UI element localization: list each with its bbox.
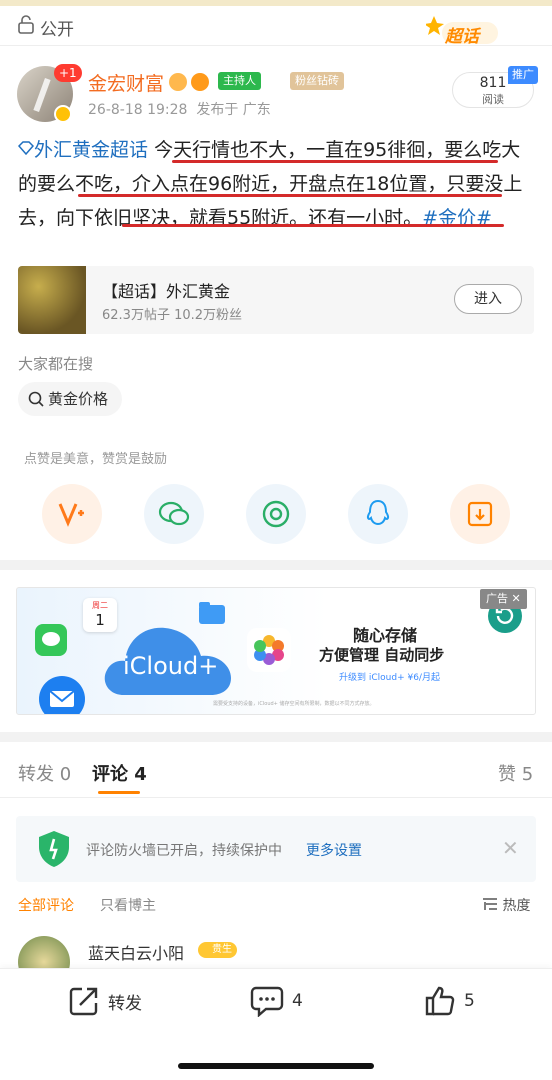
comment-icon — [250, 986, 284, 1017]
supertopic-stats: 62.3万帖子 10.2万粉丝 — [102, 308, 243, 323]
supertopic-title: 【超话】外汇黄金 — [102, 282, 231, 301]
diamond-icon — [17, 141, 35, 156]
repost-button[interactable]: 转发 — [68, 985, 142, 1017]
promo-tag: 推广 — [508, 66, 538, 84]
annotation-underline-1 — [172, 160, 498, 163]
firewall-text: 评论防火墙已开启，持续保护中 — [86, 843, 282, 859]
tab-likes[interactable]: 赞 5 — [498, 760, 533, 786]
wechat-icon — [158, 501, 190, 526]
share-qq-button[interactable] — [348, 484, 408, 544]
like-button[interactable]: 5 — [424, 985, 475, 1017]
section-divider — [0, 560, 552, 570]
post-timestamp: 26-8-18 19:28 — [88, 102, 188, 118]
section-divider — [0, 732, 552, 742]
home-indicator — [178, 1063, 374, 1069]
share-moments-button[interactable] — [246, 484, 306, 544]
host-badge[interactable]: 主持人 — [218, 72, 261, 90]
search-icon — [28, 391, 44, 407]
comment-tabs: 转发 0 评论 4 赞 5 — [0, 748, 552, 798]
enter-button[interactable]: 进入 — [454, 284, 522, 314]
lock-open-icon — [18, 15, 34, 34]
save-image-button[interactable] — [450, 484, 510, 544]
tab-comments[interactable]: 评论 4 — [92, 760, 147, 786]
reward-hint: 点赞是美意，赞赏是鼓励 — [24, 452, 168, 467]
comment-button[interactable]: 4 — [250, 985, 303, 1017]
ad-headline-2: 方便管理 自动同步 — [319, 646, 445, 664]
share-wechat-button[interactable] — [144, 484, 204, 544]
ad-fineprint: 需要受支持的设备，iCloud+ 储存空间有所限制，数据以不同方式存放。 — [213, 701, 375, 707]
moments-icon — [262, 500, 290, 528]
sort-button[interactable]: 热度 — [482, 895, 530, 915]
post-location: 发布于 广东 — [196, 102, 271, 118]
repost-icon — [69, 987, 98, 1016]
share-weibo-button[interactable] — [42, 484, 102, 544]
firewall-settings-link[interactable]: 更多设置 — [306, 840, 362, 860]
filter-owner-only[interactable]: 只看博主 — [100, 895, 156, 915]
active-tab-indicator — [98, 791, 140, 794]
tab-repost[interactable]: 转发 0 — [18, 760, 71, 786]
annotation-underline-3 — [122, 224, 504, 227]
annotation-underline-2 — [78, 194, 502, 197]
thumbs-up-icon — [425, 986, 455, 1016]
ad-headline-1: 随心存储 — [353, 626, 418, 645]
post-body: 外汇黄金超话 今天行情也不大，一直在95徘徊，要么吃大的要么不吃，介入点在96附… — [17, 133, 538, 235]
messages-icon — [35, 624, 67, 656]
icloud-text: iCloud+ — [123, 652, 219, 680]
close-icon[interactable]: ✕ — [502, 836, 519, 860]
ad-subline: 升级到 iCloud+ ¥6/月起 — [339, 673, 440, 683]
author-name[interactable]: 金宏财富 — [88, 69, 164, 96]
ad-banner[interactable]: 周二 1 iCloud+ 随心存储 方便管理 自动同步 升级到 iCloud+ … — [16, 587, 536, 715]
folder-icon — [199, 602, 225, 624]
save-image-icon — [467, 501, 493, 527]
supertopic-badge-label: 超话 — [445, 27, 479, 47]
commenter-badge: 贵生 — [198, 942, 237, 958]
shield-check-icon — [39, 831, 69, 867]
medal-icons[interactable] — [168, 71, 216, 93]
verified-badge-icon — [54, 105, 72, 123]
supertopic-card[interactable]: 【超话】外汇黄金 62.3万帖子 10.2万粉丝 进入 — [18, 266, 534, 334]
reads-label: 阅读 — [482, 93, 504, 106]
supertopic-thumbnail — [18, 266, 86, 334]
comment-firewall-notice: 评论防火墙已开启，持续保护中 更多设置 ✕ — [16, 816, 536, 882]
weibo-v-icon — [58, 503, 84, 527]
topic-link[interactable]: 外汇黄金超话 — [17, 139, 148, 161]
fan-badge[interactable]: 粉丝钻砖 — [290, 72, 344, 90]
mail-icon — [39, 676, 85, 714]
visibility-label[interactable]: 公开 — [40, 15, 74, 40]
photos-icon — [247, 628, 291, 672]
search-chip[interactable]: 黄金价格 — [18, 382, 123, 416]
trending-search-title: 大家都在搜 — [18, 355, 94, 373]
sort-icon — [483, 898, 497, 910]
ad-label[interactable]: 广告 ✕ — [480, 589, 527, 609]
post-meta: 26-8-18 19:28 发布于 广东 — [88, 99, 271, 119]
filter-all-comments[interactable]: 全部评论 — [18, 895, 74, 915]
notification-badge: +1 — [54, 64, 82, 82]
commenter-name[interactable]: 蓝天白云小阳 — [88, 940, 184, 964]
qq-icon — [366, 499, 390, 526]
